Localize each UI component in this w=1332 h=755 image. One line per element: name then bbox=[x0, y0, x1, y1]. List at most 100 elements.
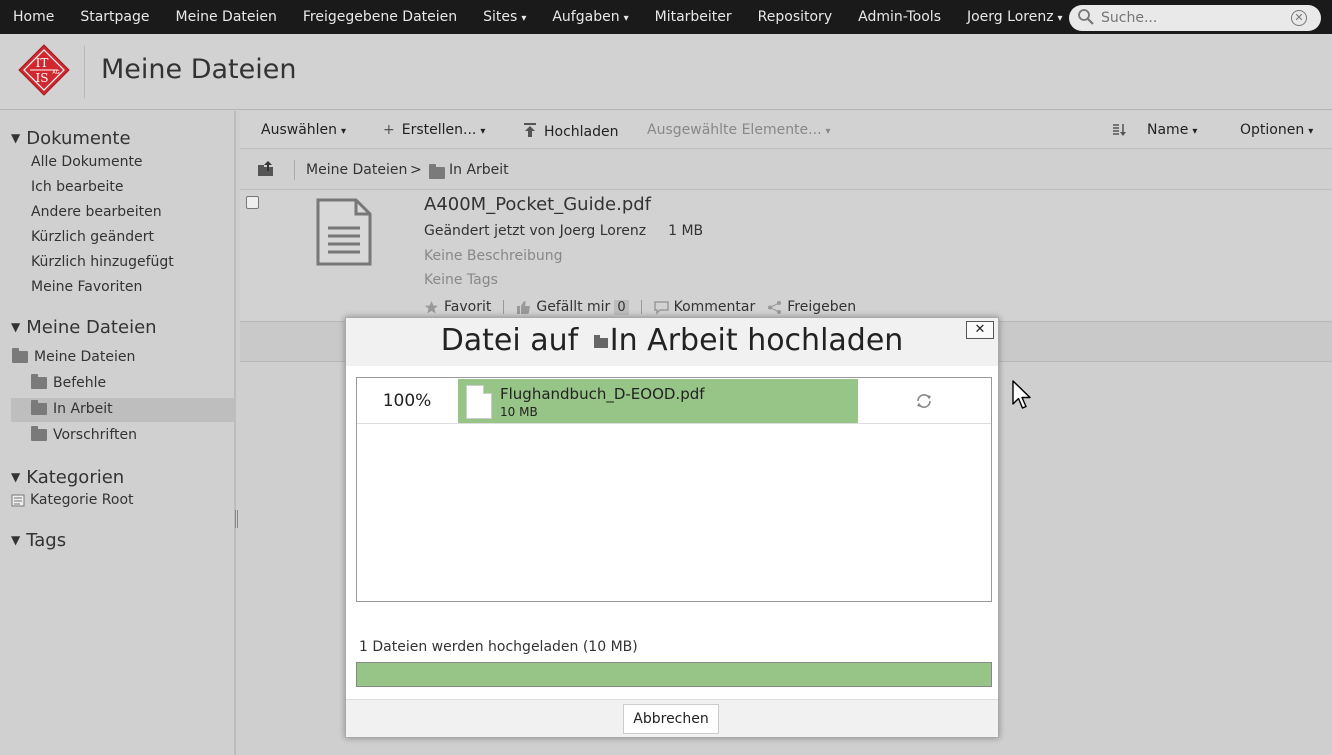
header-divider bbox=[84, 46, 85, 98]
section-tags[interactable]: ▼ Tags bbox=[11, 530, 66, 551]
chevron-down-icon: ▾ bbox=[623, 13, 629, 24]
section-dokumente[interactable]: ▼ Dokumente bbox=[11, 128, 131, 149]
section-kategorien[interactable]: ▼ Kategorien bbox=[11, 467, 124, 488]
selected-items-menu-button[interactable]: Ausgewählte Elemente... ▾ bbox=[647, 122, 831, 138]
select-menu-button[interactable]: Auswählen ▾ bbox=[261, 122, 346, 138]
action-separator bbox=[503, 300, 505, 314]
breadcrumb: Meine Dateien > In Arbeit bbox=[240, 150, 1332, 190]
tree-item-label: Kategorie Root bbox=[30, 492, 134, 508]
upload-file-name: Flughandbuch_D-EOOD.pdf bbox=[500, 385, 705, 403]
collapse-triangle-icon: ▼ bbox=[11, 320, 21, 334]
sidebar-link-meine-favoriten[interactable]: Meine Favoriten bbox=[31, 279, 142, 295]
document-tags: Keine Tags bbox=[424, 272, 498, 288]
like-label: Gefällt mir bbox=[536, 299, 611, 315]
chevron-down-icon: ▾ bbox=[480, 126, 486, 137]
like-action[interactable]: Gefällt mir 0 bbox=[516, 299, 629, 315]
comment-action[interactable]: Kommentar bbox=[653, 299, 755, 315]
upload-button[interactable]: Hochladen bbox=[522, 122, 619, 140]
svg-text:AG: AG bbox=[52, 70, 59, 76]
upload-file-size: 10 MB bbox=[500, 405, 538, 419]
chevron-down-icon: ▾ bbox=[1057, 13, 1063, 24]
nav-sites[interactable]: Sites ▾ bbox=[470, 0, 539, 34]
share-action[interactable]: Freigeben bbox=[767, 299, 856, 315]
breadcrumb-separator: > bbox=[410, 162, 422, 178]
title-folder: In Arbeit bbox=[609, 323, 738, 358]
section-kategorien-label: Kategorien bbox=[26, 467, 125, 488]
nav-admin-tools[interactable]: Admin-Tools bbox=[845, 0, 954, 34]
file-icon bbox=[466, 385, 492, 419]
collapse-triangle-icon: ▼ bbox=[11, 131, 21, 145]
nav-user-menu[interactable]: Joerg Lorenz ▾ bbox=[954, 0, 1076, 34]
nav-home-label: Home bbox=[13, 9, 55, 25]
upload-label: Hochladen bbox=[544, 124, 619, 140]
document-select-checkbox[interactable] bbox=[246, 196, 259, 209]
create-label: Erstellen... bbox=[401, 122, 477, 138]
tree-item-vorschriften[interactable]: Vorschriften bbox=[31, 426, 137, 443]
cancel-upload-button[interactable]: Abbrechen bbox=[623, 704, 719, 734]
breadcrumb-current: In Arbeit bbox=[449, 162, 509, 178]
sort-direction-button[interactable] bbox=[1112, 123, 1128, 141]
tree-item-kategorie-root[interactable]: Kategorie Root bbox=[11, 492, 134, 508]
section-meine-dateien[interactable]: ▼ Meine Dateien bbox=[11, 317, 157, 338]
nav-startpage[interactable]: Startpage bbox=[67, 0, 162, 34]
search-input[interactable] bbox=[1097, 10, 1287, 26]
search-icon bbox=[1075, 7, 1097, 29]
document-name-link[interactable]: A400M_Pocket_Guide.pdf bbox=[424, 194, 651, 215]
nav-mitarbeiter[interactable]: Mitarbeiter bbox=[642, 0, 745, 34]
sidebar-link-alle-dokumente[interactable]: Alle Dokumente bbox=[31, 154, 143, 170]
favorite-label: Favorit bbox=[444, 299, 492, 315]
total-upload-progress bbox=[356, 662, 992, 687]
nav-home[interactable]: Home bbox=[0, 0, 67, 34]
upload-dialog: Datei auf In Arbeit hochladen ✕ 100% Flu… bbox=[345, 317, 999, 738]
nav-repository[interactable]: Repository bbox=[745, 0, 845, 34]
company-logo[interactable]: IT IS AG bbox=[18, 44, 70, 96]
folder-up-icon[interactable] bbox=[257, 161, 275, 177]
select-label: Auswählen bbox=[261, 122, 338, 138]
svg-text:IT: IT bbox=[36, 56, 49, 70]
search-box: ✕ bbox=[1069, 5, 1321, 31]
tree-item-label: Meine Dateien bbox=[34, 349, 136, 365]
nav-meine-dateien[interactable]: Meine Dateien bbox=[163, 0, 290, 34]
chevron-down-icon: ▾ bbox=[521, 13, 527, 24]
sidebar-resize-handle[interactable] bbox=[235, 510, 238, 528]
tree-item-befehle[interactable]: Befehle bbox=[31, 374, 106, 391]
create-menu-button[interactable]: + Erstellen... ▾ bbox=[383, 122, 485, 138]
sidebar-link-ich-bearbeite[interactable]: Ich bearbeite bbox=[31, 179, 123, 195]
sort-field-menu-button[interactable]: Name ▾ bbox=[1147, 122, 1197, 138]
folder-icon bbox=[12, 348, 28, 363]
nav-admin-tools-label: Admin-Tools bbox=[858, 9, 941, 25]
like-count-badge: 0 bbox=[614, 299, 629, 315]
folder-icon bbox=[593, 335, 608, 348]
document-toolbar: Auswählen ▾ + Erstellen... ▾ Hochladen Ausg… bbox=[240, 111, 1332, 149]
title-suffix: hochladen bbox=[747, 323, 904, 358]
folder-icon bbox=[31, 400, 47, 415]
document-modified: Geändert jetzt von Joerg Lorenz bbox=[424, 223, 647, 239]
section-tags-label: Tags bbox=[26, 530, 67, 551]
nav-user-label: Joerg Lorenz bbox=[966, 9, 1054, 25]
upload-file-row: 100% Flughandbuch_D-EOOD.pdf 10 MB bbox=[357, 378, 991, 424]
close-dialog-button[interactable]: ✕ bbox=[966, 321, 994, 339]
upload-file-list: 100% Flughandbuch_D-EOOD.pdf 10 MB bbox=[356, 377, 992, 602]
tree-item-meine-dateien[interactable]: Meine Dateien bbox=[12, 348, 136, 365]
breadcrumb-root-link[interactable]: Meine Dateien bbox=[306, 162, 407, 178]
document-actions: Favorit Gefällt mir 0 Kommentar Freigebe… bbox=[424, 299, 856, 315]
favorite-action[interactable]: Favorit bbox=[424, 299, 491, 315]
nav-freigegebene-dateien[interactable]: Freigegebene Dateien bbox=[290, 0, 470, 34]
sort-icon bbox=[1112, 123, 1128, 137]
nav-mitarbeiter-label: Mitarbeiter bbox=[654, 9, 732, 25]
clear-search-icon[interactable]: ✕ bbox=[1291, 10, 1307, 26]
tree-item-in-arbeit[interactable]: In Arbeit bbox=[31, 400, 113, 417]
file-upload-percent: 100% bbox=[382, 391, 432, 411]
section-meine-dateien-label: Meine Dateien bbox=[26, 317, 157, 338]
page-title: Meine Dateien bbox=[101, 54, 297, 85]
chevron-down-icon: ▾ bbox=[1308, 126, 1314, 137]
sidebar-link-kuerzlich-hinzugefuegt[interactable]: Kürzlich hinzugefügt bbox=[31, 254, 174, 270]
sidebar: ▼ Dokumente Alle Dokumente Ich bearbeite … bbox=[0, 111, 236, 755]
selected-items-label: Ausgewählte Elemente... bbox=[647, 122, 822, 138]
document-file-icon[interactable] bbox=[316, 198, 372, 266]
sidebar-link-andere-bearbeiten[interactable]: Andere bearbeiten bbox=[31, 204, 162, 220]
svg-text:IS: IS bbox=[36, 71, 49, 85]
nav-aufgaben[interactable]: Aufgaben ▾ bbox=[539, 0, 641, 34]
options-menu-button[interactable]: Optionen ▾ bbox=[1240, 122, 1313, 138]
sidebar-link-kuerzlich-geaendert[interactable]: Kürzlich geändert bbox=[31, 229, 154, 245]
